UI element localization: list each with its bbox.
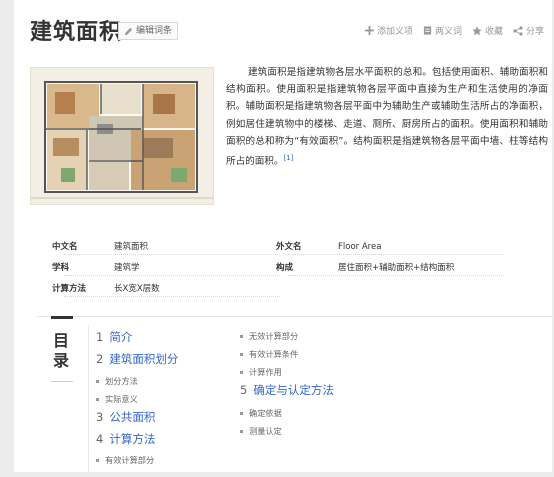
toc-subitem[interactable]: 确定依据 <box>240 407 282 419</box>
page-title: 建筑面积 <box>30 20 123 45</box>
toc-subitem[interactable]: 无效计算部分 <box>240 330 298 342</box>
infobox-value: 建筑面积 <box>114 242 149 252</box>
summary-paragraph: 建筑面积是指建筑物各层水平面积的总和。包括使用面积、辅助面积和结构面积。使用面积… <box>226 64 548 170</box>
article-page: 建筑面积 编辑词条 添加义项 两义词 收藏 分享 建筑面积是指建筑物各层水平面积… <box>14 0 552 475</box>
toc-item-number: 2 <box>96 352 104 366</box>
toc-item[interactable]: 5 确定与认定方法 <box>240 382 334 398</box>
toc-subitem-label: 有效计算条件 <box>249 349 299 359</box>
infobox-value: 长X宽X层数 <box>114 284 160 294</box>
toc-item-label: 确定与认定方法 <box>253 383 334 397</box>
toc-item[interactable]: 4 计算方法 <box>96 431 155 447</box>
toc-heading-underline <box>51 381 73 382</box>
ambiguity-button[interactable]: 两义词 <box>423 24 462 37</box>
summary-text: 建筑面积是指建筑物各层水平面积的总和。包括使用面积、辅助面积和结构面积。使用面积… <box>226 67 548 168</box>
toc-subitem-label: 确定依据 <box>249 408 282 418</box>
ambiguity-label: 两义词 <box>434 27 462 37</box>
toc-subitem[interactable]: 测量认定 <box>240 425 282 437</box>
toc-item[interactable]: 3 公共面积 <box>96 409 155 425</box>
infobox-key: 计算方法 <box>52 284 87 294</box>
edit-entry-label: 编辑词条 <box>136 26 173 36</box>
toc-subitem-label: 划分方法 <box>105 376 138 386</box>
pencil-icon <box>124 27 133 35</box>
toc-item-label: 计算方法 <box>109 432 156 446</box>
infobox-item: 外文名 Floor Area <box>276 239 506 255</box>
infobox-key: 学科 <box>52 263 70 273</box>
bullet-icon <box>240 352 243 356</box>
toc-divider <box>88 325 89 475</box>
bullet-icon <box>240 334 243 338</box>
toc-heading-text: 目录 <box>52 331 69 370</box>
star-icon <box>472 25 482 35</box>
toc-subitem[interactable]: 有效计算条件 <box>240 348 298 360</box>
article-actions: 添加义项 两义词 收藏 分享 <box>364 24 544 37</box>
toc-subitem-label: 无效计算部分 <box>249 331 299 341</box>
toc-subitem[interactable]: 有效计算部分 <box>96 454 154 466</box>
toc-subitem-label: 有效计算部分 <box>105 455 155 465</box>
favorite-label: 收藏 <box>484 27 503 37</box>
toc-item-number: 4 <box>96 432 104 446</box>
share-button[interactable]: 分享 <box>513 24 544 37</box>
share-label: 分享 <box>525 27 544 37</box>
bullet-icon <box>240 370 243 374</box>
edit-entry-button[interactable]: 编辑词条 <box>118 22 179 40</box>
toc-item-number: 5 <box>240 383 248 397</box>
infobox-value: Floor Area <box>338 242 382 252</box>
bullet-icon <box>96 397 99 401</box>
add-sense-label: 添加义项 <box>376 27 413 37</box>
toc-subitem-label: 计算作用 <box>249 367 282 377</box>
toc-item-number: 3 <box>96 410 104 424</box>
bullet-icon <box>96 379 99 383</box>
toc-heading: 目录 <box>46 316 76 382</box>
toc-item-number: 1 <box>96 330 104 344</box>
infobox-value: 建筑学 <box>114 263 140 273</box>
infobox-item: 计算方法 长X宽X层数 <box>52 281 282 297</box>
toc-item-label: 公共面积 <box>109 410 156 424</box>
infobox-item: 构成 居住面积+辅助面积+结构面积 <box>276 260 506 276</box>
toc-heading-bar <box>51 316 73 319</box>
infobox-value: 居住面积+辅助面积+结构面积 <box>338 263 455 273</box>
infobox-item: 中文名 建筑面积 <box>52 239 282 255</box>
bullet-icon <box>96 458 99 462</box>
floor-plan-image[interactable] <box>30 67 214 205</box>
toc-subitem[interactable]: 划分方法 <box>96 375 138 387</box>
add-sense-button[interactable]: 添加义项 <box>364 24 413 37</box>
toc-item-label: 简介 <box>109 330 133 344</box>
document-icon <box>423 26 432 35</box>
toc-subitem[interactable]: 计算作用 <box>240 366 282 378</box>
toc-item-label: 建筑面积划分 <box>109 352 179 366</box>
favorite-button[interactable]: 收藏 <box>472 24 503 37</box>
infobox-key: 构成 <box>276 263 294 273</box>
reference-link[interactable]: [1] <box>284 154 294 162</box>
bullet-icon <box>240 411 243 415</box>
floor-plan-drawing <box>31 68 213 204</box>
toc-subitem-label: 实际意义 <box>105 394 138 404</box>
toc-item[interactable]: 2 建筑面积划分 <box>96 351 178 367</box>
toc-subitem-label: 测量认定 <box>249 426 282 436</box>
share-icon <box>513 25 523 36</box>
infobox-key: 中文名 <box>52 242 78 252</box>
toc-subitem[interactable]: 实际意义 <box>96 393 138 405</box>
infobox-key: 外文名 <box>276 242 302 252</box>
plus-icon <box>364 26 374 35</box>
infobox-item: 学科 建筑学 <box>52 260 282 276</box>
bullet-icon <box>240 429 243 433</box>
toc-item[interactable]: 1 简介 <box>96 329 132 345</box>
table-of-contents: 目录 1 简介 2 建筑面积划分 划分方法 实际意义 3 公共面积 4 计算方法 <box>36 316 552 477</box>
